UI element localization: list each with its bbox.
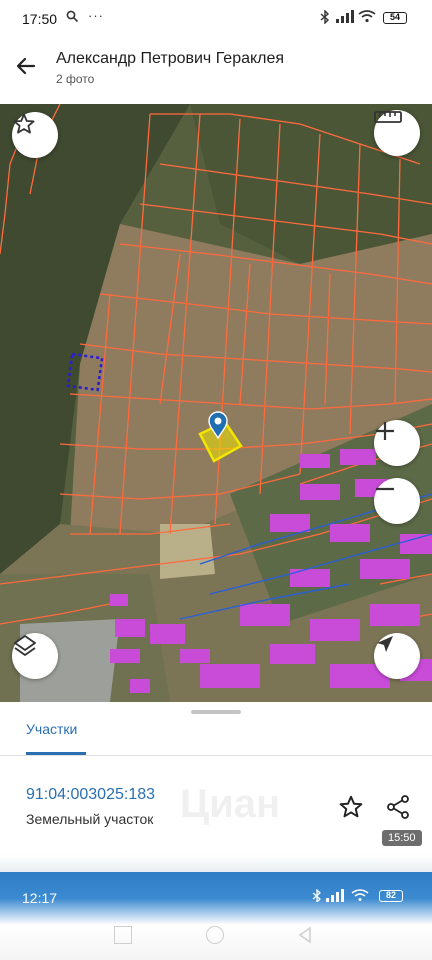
my-location-button[interactable] bbox=[374, 633, 420, 679]
ruler-icon bbox=[374, 111, 402, 123]
map-canvas bbox=[0, 104, 432, 702]
parcel-type: Земельный участок bbox=[26, 811, 154, 827]
zoom-in-button[interactable] bbox=[374, 420, 420, 466]
satellite-map[interactable] bbox=[0, 104, 432, 702]
plus-icon bbox=[376, 422, 394, 440]
video-timestamp: 15:50 bbox=[382, 830, 422, 846]
wifi-icon bbox=[358, 10, 376, 26]
zoom-out-button[interactable] bbox=[374, 478, 420, 524]
second-status-icons bbox=[312, 888, 374, 905]
favorite-parcel-button[interactable] bbox=[336, 792, 366, 822]
signal-icon bbox=[336, 10, 354, 26]
second-screen-strip: 12:17 82 bbox=[0, 872, 432, 960]
share-button[interactable] bbox=[383, 792, 413, 822]
bluetooth-icon bbox=[320, 9, 330, 27]
page-title: Александр Петрович Гераклея bbox=[56, 50, 285, 67]
navigation-arrow-icon bbox=[377, 636, 393, 652]
arrow-left-icon bbox=[16, 57, 36, 75]
layers-button[interactable] bbox=[12, 633, 58, 679]
more-icon: ··· bbox=[88, 8, 104, 23]
second-battery-indicator: 82 bbox=[379, 890, 403, 902]
sheet-drag-handle[interactable] bbox=[191, 710, 241, 714]
tabs-divider bbox=[0, 755, 432, 756]
battery-indicator: 54 bbox=[383, 12, 407, 24]
status-time: 17:50 bbox=[22, 11, 58, 27]
second-status-time: 12:17 bbox=[22, 890, 58, 906]
watermark: Циан bbox=[180, 782, 281, 826]
parcel-list-item[interactable]: Циан 91:04:003025:183 Земельный участок … bbox=[0, 770, 432, 854]
nav-recent-icon[interactable] bbox=[114, 926, 132, 944]
star-outline-icon bbox=[339, 795, 363, 818]
tab-parcels[interactable]: Участки bbox=[26, 721, 77, 737]
nav-back-icon[interactable] bbox=[296, 926, 314, 944]
minus-icon bbox=[376, 487, 394, 491]
share-icon bbox=[387, 795, 409, 819]
photo-count: 2 фото bbox=[56, 72, 95, 86]
nav-home-icon[interactable] bbox=[206, 926, 224, 944]
cadastral-number[interactable]: 91:04:003025:183 bbox=[26, 786, 155, 804]
status-bar: 17:50 ··· 54 bbox=[0, 0, 432, 38]
layers-icon bbox=[14, 635, 36, 656]
app-header: Александр Петрович Гераклея 2 фото bbox=[0, 38, 432, 96]
search-icon bbox=[66, 10, 79, 26]
favorite-button[interactable] bbox=[12, 112, 58, 158]
ruler-button[interactable] bbox=[374, 110, 420, 156]
screen-separator bbox=[0, 854, 432, 872]
location-pin-icon[interactable] bbox=[208, 411, 228, 439]
star-outline-icon bbox=[13, 113, 35, 134]
back-button[interactable] bbox=[10, 50, 42, 82]
